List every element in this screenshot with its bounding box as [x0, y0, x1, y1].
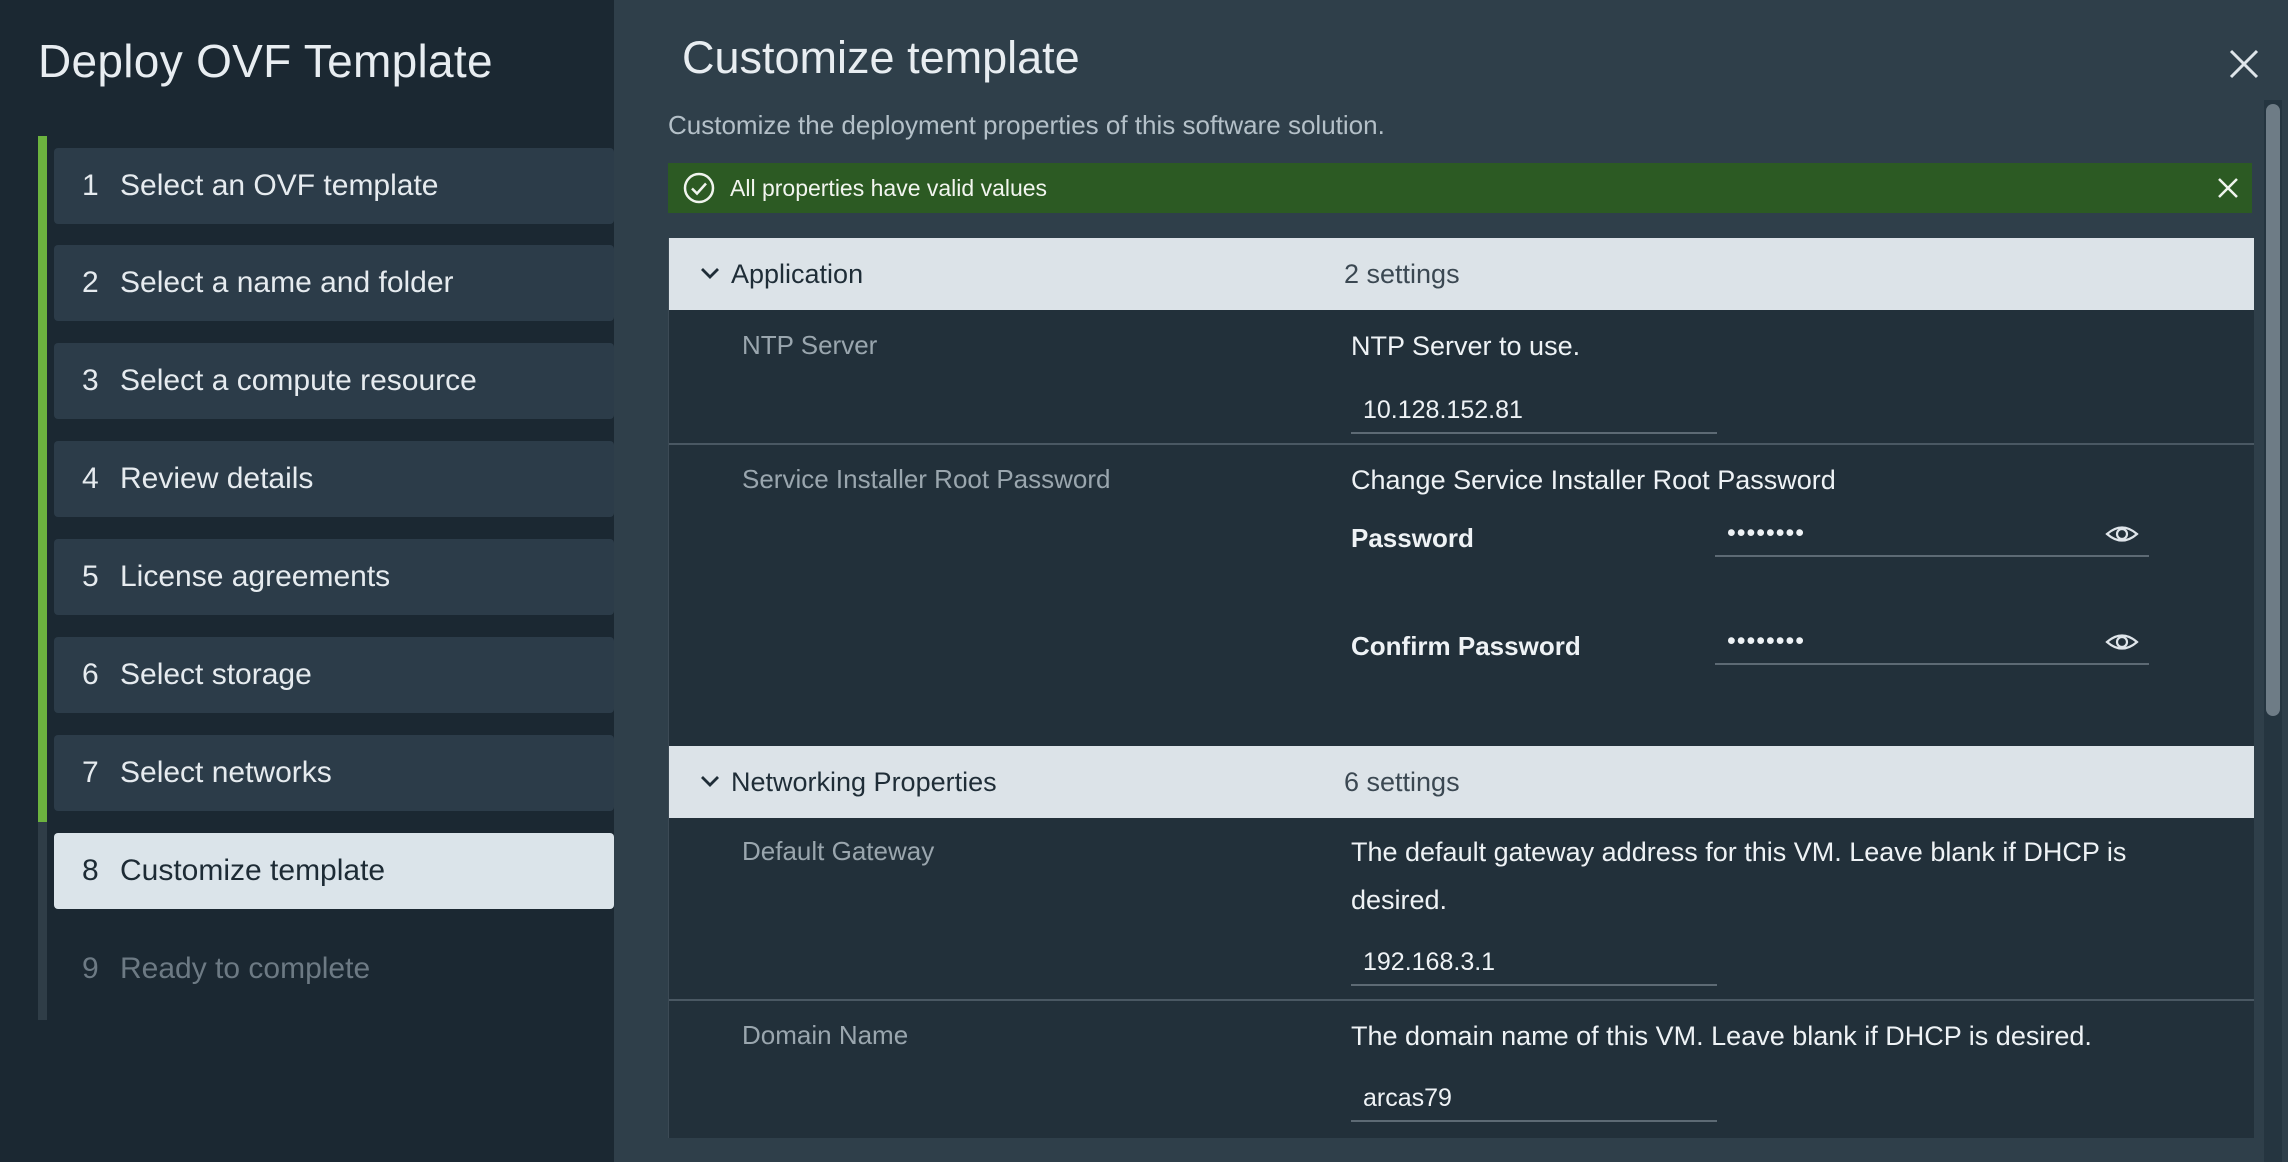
scrollbar-thumb[interactable] — [2266, 104, 2280, 716]
step-label: Select a compute resource — [120, 364, 477, 397]
step-number: 2 — [82, 266, 99, 299]
property-label: Domain Name — [742, 1020, 909, 1050]
wizard-step-5[interactable]: 5 License agreements — [54, 539, 614, 615]
close-button[interactable] — [2226, 46, 2262, 82]
wizard-step-7[interactable]: 7 Select networks — [54, 735, 614, 811]
password-value: •••••••• — [1727, 518, 1806, 547]
password-input[interactable]: •••••••• — [1715, 511, 2149, 557]
step-number: 1 — [82, 169, 99, 202]
page-subtitle: Customize the deployment properties of t… — [668, 110, 1385, 140]
ntp-server-input[interactable]: 10.128.152.81 — [1351, 388, 1717, 434]
eye-icon[interactable] — [2105, 519, 2139, 549]
step-number: 4 — [82, 462, 99, 495]
step-label: Ready to complete — [120, 952, 371, 985]
step-label: Select networks — [120, 756, 332, 789]
property-description: The domain name of this VM. Leave blank … — [1351, 1021, 2092, 1051]
wizard-step-1[interactable]: 1 Select an OVF template — [54, 148, 614, 224]
page-title: Customize template — [682, 32, 1080, 83]
step-number: 6 — [82, 658, 99, 691]
step-label: Review details — [120, 462, 314, 495]
group-settings-count: 6 settings — [1344, 766, 1460, 797]
group-settings-count: 2 settings — [1344, 258, 1460, 289]
wizard-title: Deploy OVF Template — [38, 35, 493, 87]
row-divider — [669, 999, 2254, 1001]
property-label: NTP Server — [742, 330, 878, 360]
property-description: NTP Server to use. — [1351, 331, 1581, 361]
check-circle-icon — [683, 172, 715, 204]
eye-icon[interactable] — [2105, 627, 2139, 657]
chevron-down-icon — [701, 776, 719, 787]
property-description: The default gateway address for this VM.… — [1351, 837, 2127, 915]
step-number: 5 — [82, 560, 99, 593]
step-label: Select storage — [120, 658, 312, 691]
group-header-application[interactable]: Application 2 settings — [669, 238, 2254, 310]
group-name: Application — [731, 258, 864, 289]
wizard-step-4[interactable]: 4 Review details — [54, 441, 614, 517]
confirm-password-label: Confirm Password — [1351, 631, 1581, 661]
domain-name-input[interactable]: arcas79 — [1351, 1076, 1717, 1122]
alert-close-button[interactable] — [2214, 174, 2242, 202]
wizard-step-9: 9 Ready to complete — [54, 931, 614, 1007]
wizard-progress-track — [38, 136, 47, 1020]
main-panel: Customize template Customize the deploym… — [614, 0, 2288, 1162]
step-number: 9 — [82, 952, 99, 985]
confirm-password-input[interactable]: •••••••• — [1715, 619, 2149, 665]
step-number: 7 — [82, 756, 99, 789]
wizard-step-2[interactable]: 2 Select a name and folder — [54, 245, 614, 321]
group-header-networking[interactable]: Networking Properties 6 settings — [669, 746, 2254, 818]
step-number: 8 — [82, 854, 99, 887]
chevron-down-icon — [701, 268, 719, 279]
step-label: License agreements — [120, 560, 391, 593]
confirm-password-value: •••••••• — [1727, 626, 1806, 655]
wizard-progress-fill — [38, 136, 47, 822]
alert-message: All properties have valid values — [730, 174, 1048, 201]
wizard-step-3[interactable]: 3 Select a compute resource — [54, 343, 614, 419]
property-description: Change Service Installer Root Password — [1351, 465, 1836, 495]
row-divider — [669, 443, 2254, 445]
wizard-step-6[interactable]: 6 Select storage — [54, 637, 614, 713]
step-label: Select an OVF template — [120, 169, 439, 202]
step-label: Customize template — [120, 854, 386, 887]
step-number: 3 — [82, 364, 99, 397]
password-label: Password — [1351, 523, 1474, 553]
validation-alert: All properties have valid values — [668, 163, 2252, 213]
step-label: Select a name and folder — [120, 266, 454, 299]
default-gateway-input[interactable]: 192.168.3.1 — [1351, 940, 1717, 986]
wizard-step-8-current[interactable]: 8 Customize template — [54, 833, 614, 909]
close-icon — [2218, 178, 2238, 198]
properties-grid: Application 2 settings NTP Server NTP Se… — [668, 238, 2254, 1138]
wizard-sidebar: Deploy OVF Template 1 Select an OVF temp… — [0, 0, 614, 1162]
group-name: Networking Properties — [731, 766, 997, 797]
close-icon — [2229, 49, 2259, 79]
property-label: Default Gateway — [742, 836, 935, 866]
property-label: Service Installer Root Password — [742, 464, 1111, 494]
